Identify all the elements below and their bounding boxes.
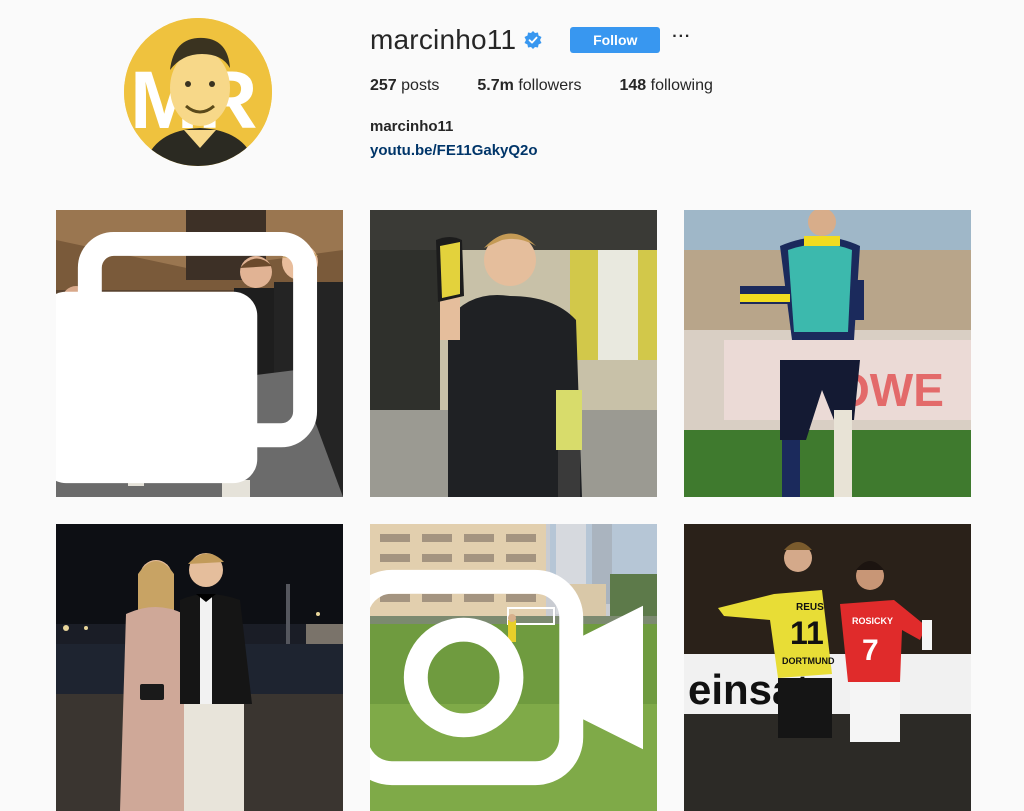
following-stat[interactable]: 148 following xyxy=(619,77,712,95)
post-thumbnail-1[interactable] xyxy=(56,210,343,497)
post-thumbnail-5[interactable] xyxy=(370,524,657,811)
posts-label: posts xyxy=(401,77,440,94)
profile-stats: 257 posts 5.7m followers 148 following xyxy=(370,77,751,95)
followers-label: followers xyxy=(518,77,582,94)
post-thumbnail-3[interactable]: OWE xyxy=(684,210,971,497)
verified-badge-icon xyxy=(524,31,542,49)
post-thumbnail-4[interactable] xyxy=(56,524,343,811)
match-photo: einsatz REUS 11 DORTMUND ROSICKY 7 xyxy=(684,524,971,811)
multi-post-icon xyxy=(56,231,318,484)
training-photo: OWE xyxy=(684,210,971,497)
shirt-sponsor-left: DORTMUND xyxy=(782,656,835,666)
followers-count: 5.7m xyxy=(477,77,514,94)
username: marcinho11 xyxy=(370,24,517,55)
profile-full-name: marcinho11 xyxy=(370,118,454,135)
post-thumbnail-2[interactable] xyxy=(370,210,657,497)
boot-photo xyxy=(370,210,657,497)
follow-button[interactable]: Follow xyxy=(570,27,661,53)
shirt-name-left: REUS xyxy=(796,602,824,613)
shirt-name-right: ROSICKY xyxy=(852,616,893,626)
shirt-number-left: 11 xyxy=(790,615,824,651)
username-row: marcinho11 Follow ··· xyxy=(370,20,691,60)
following-label: following xyxy=(650,77,713,94)
more-options-button[interactable]: ··· xyxy=(672,29,691,48)
bio-link[interactable]: youtu.be/FE11GakyQ2o xyxy=(370,142,538,159)
shirt-number-right: 7 xyxy=(862,634,879,667)
followers-stat[interactable]: 5.7m followers xyxy=(477,77,581,95)
night-photo xyxy=(56,524,343,811)
video-icon xyxy=(370,569,643,786)
post-thumbnail-6[interactable]: einsatz REUS 11 DORTMUND ROSICKY 7 xyxy=(684,524,971,811)
posts-stat: 257 posts xyxy=(370,77,439,95)
profile-avatar[interactable]: MR xyxy=(124,18,272,166)
following-count: 148 xyxy=(619,77,647,94)
posts-count: 257 xyxy=(370,77,397,94)
